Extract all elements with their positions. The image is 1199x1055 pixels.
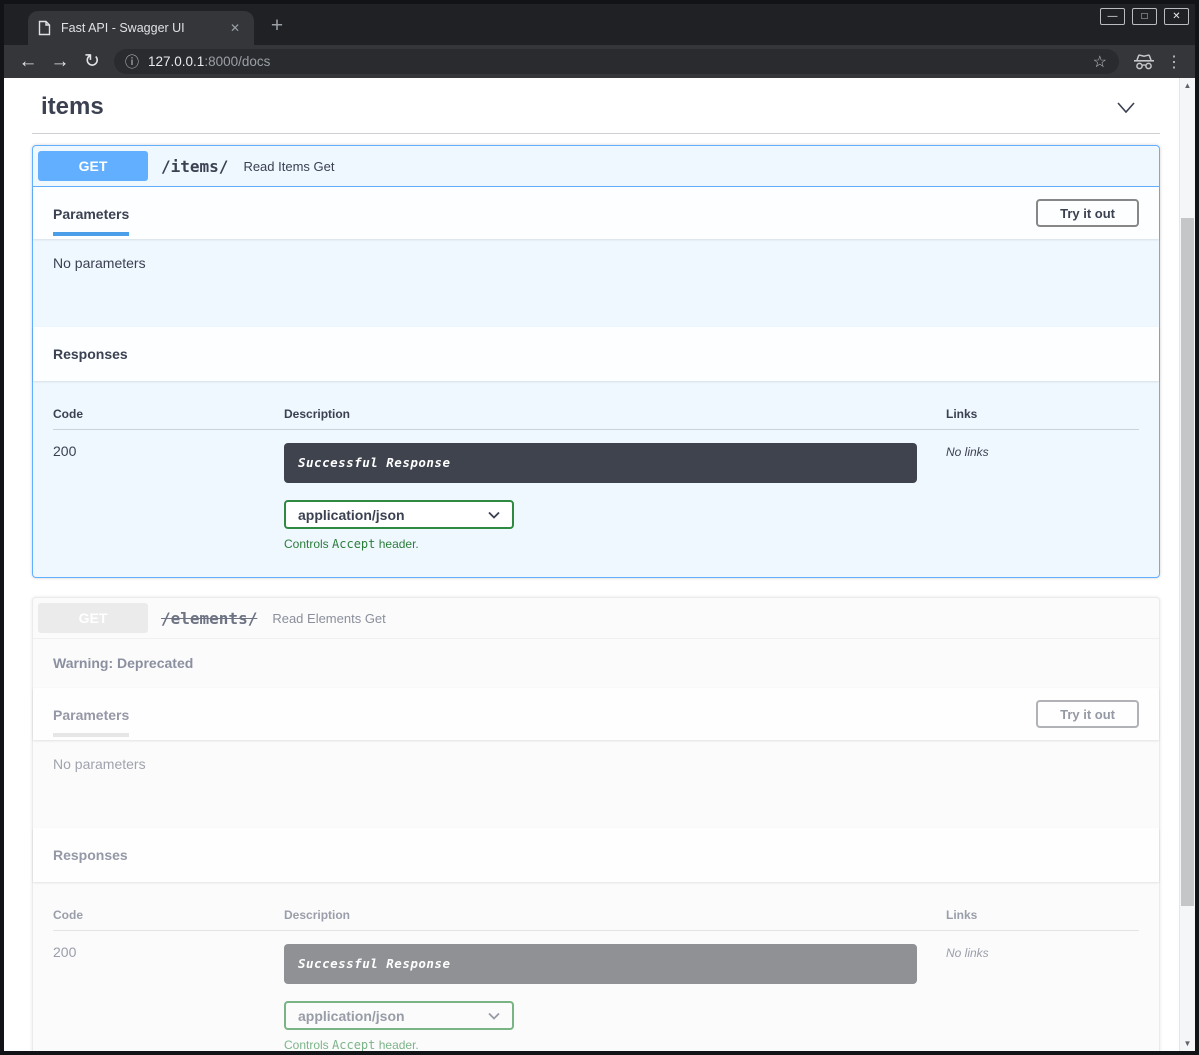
select-chevron-icon: [488, 511, 500, 519]
chevron-down-icon[interactable]: [1114, 97, 1138, 117]
response-code: 200: [53, 443, 284, 551]
tab-parameters[interactable]: Parameters: [53, 707, 129, 737]
scroll-down-icon[interactable]: ▼: [1180, 1039, 1195, 1048]
opblock-header[interactable]: GET /elements/ Read Elements Get: [33, 598, 1159, 639]
responses-table-head: Code Description Links: [53, 902, 1139, 931]
tab-parameters[interactable]: Parameters: [53, 206, 129, 236]
response-description-box: Successful Response: [284, 443, 917, 483]
try-it-out-button[interactable]: Try it out: [1036, 700, 1139, 728]
page-content: items GET /items/ Read Items Get Paramet…: [4, 78, 1195, 1051]
close-button[interactable]: ✕: [1164, 8, 1189, 25]
minimize-button[interactable]: —: [1100, 8, 1125, 25]
controls-accept-note: Controls Accept header.: [284, 1038, 946, 1051]
endpoint-summary: Read Elements Get: [272, 611, 385, 626]
try-it-out-button[interactable]: Try it out: [1036, 199, 1139, 227]
col-links: Links: [946, 908, 1139, 922]
site-info-icon[interactable]: ⓘ: [125, 52, 139, 72]
select-chevron-icon: [488, 1012, 500, 1020]
window-controls: — □ ✕: [1093, 8, 1189, 25]
responses-header: Responses: [33, 327, 1159, 381]
reload-icon[interactable]: ↻: [76, 48, 108, 76]
tab-title: Fast API - Swagger UI: [61, 21, 226, 35]
responses-table-head: Code Description Links: [53, 401, 1139, 430]
media-type-value: application/json: [298, 507, 405, 523]
response-row: 200 Successful Response application/json…: [53, 931, 1139, 1051]
deprecated-warning: Warning: Deprecated: [33, 639, 1159, 688]
responses-header: Responses: [33, 828, 1159, 882]
swagger-ui: items GET /items/ Read Items Get Paramet…: [32, 78, 1160, 1051]
responses-table: Code Description Links 200 Successful Re…: [33, 381, 1159, 577]
maximize-button[interactable]: □: [1132, 8, 1157, 25]
page-icon: [38, 20, 51, 36]
media-type-select[interactable]: application/json: [284, 1001, 514, 1030]
address-bar[interactable]: ⓘ 127.0.0.1 :8000/docs ☆: [114, 49, 1119, 74]
response-links: No links: [946, 944, 1139, 1051]
col-description: Description: [284, 407, 946, 421]
responses-title: Responses: [53, 346, 128, 362]
response-description-box: Successful Response: [284, 944, 917, 984]
media-type-value: application/json: [298, 1008, 405, 1024]
tag-title: items: [41, 93, 1114, 121]
opblock-get-items: GET /items/ Read Items Get Parameters Tr…: [32, 145, 1160, 578]
response-row: 200 Successful Response application/json…: [53, 430, 1139, 551]
method-badge: GET: [38, 603, 148, 633]
tag-section-header[interactable]: items: [32, 78, 1160, 134]
response-description-text: Successful Response: [298, 956, 451, 971]
response-links: No links: [946, 443, 1139, 551]
browser-tab[interactable]: Fast API - Swagger UI ✕: [28, 11, 254, 45]
response-description-text: Successful Response: [298, 455, 451, 470]
browser-window: Fast API - Swagger UI ✕ + — □ ✕ ← → ↻ ⓘ …: [0, 0, 1199, 1055]
responses-title: Responses: [53, 847, 128, 863]
back-icon[interactable]: ←: [12, 48, 44, 76]
incognito-icon: [1127, 54, 1161, 70]
responses-table: Code Description Links 200 Successful Re…: [33, 882, 1159, 1051]
no-parameters-text: No parameters: [33, 239, 1159, 327]
endpoint-path: /elements/: [161, 609, 257, 628]
col-code: Code: [53, 407, 284, 421]
response-description-cell: Successful Response application/json Con…: [284, 944, 946, 1051]
vertical-scrollbar[interactable]: ▲ ▼: [1179, 78, 1195, 1051]
opblock-get-elements-deprecated: GET /elements/ Read Elements Get Warning…: [32, 597, 1160, 1051]
response-code: 200: [53, 944, 284, 1051]
media-type-select[interactable]: application/json: [284, 500, 514, 529]
scroll-up-icon[interactable]: ▲: [1180, 81, 1195, 90]
method-badge: GET: [38, 151, 148, 181]
scrollbar-thumb[interactable]: [1181, 218, 1194, 906]
response-description-cell: Successful Response application/json Con…: [284, 443, 946, 551]
browser-toolbar: ← → ↻ ⓘ 127.0.0.1 :8000/docs ☆ ⋮: [4, 45, 1195, 78]
tab-close-icon[interactable]: ✕: [226, 19, 244, 37]
url-host: 127.0.0.1: [148, 54, 204, 69]
endpoint-path: /items/: [161, 157, 228, 176]
controls-accept-note: Controls Accept header.: [284, 537, 946, 551]
tab-strip: Fast API - Swagger UI ✕ + — □ ✕: [4, 4, 1195, 45]
new-tab-button[interactable]: +: [264, 14, 290, 40]
opblock-header[interactable]: GET /items/ Read Items Get: [33, 146, 1159, 187]
no-parameters-text: No parameters: [33, 740, 1159, 828]
col-code: Code: [53, 908, 284, 922]
endpoint-summary: Read Items Get: [243, 159, 334, 174]
col-links: Links: [946, 407, 1139, 421]
url-path: :8000/docs: [204, 54, 270, 69]
parameters-header: Parameters Try it out: [33, 688, 1159, 740]
bookmark-star-icon[interactable]: ☆: [1089, 52, 1111, 72]
col-description: Description: [284, 908, 946, 922]
parameters-header: Parameters Try it out: [33, 187, 1159, 239]
browser-menu-icon[interactable]: ⋮: [1161, 52, 1187, 72]
forward-icon[interactable]: →: [44, 48, 76, 76]
